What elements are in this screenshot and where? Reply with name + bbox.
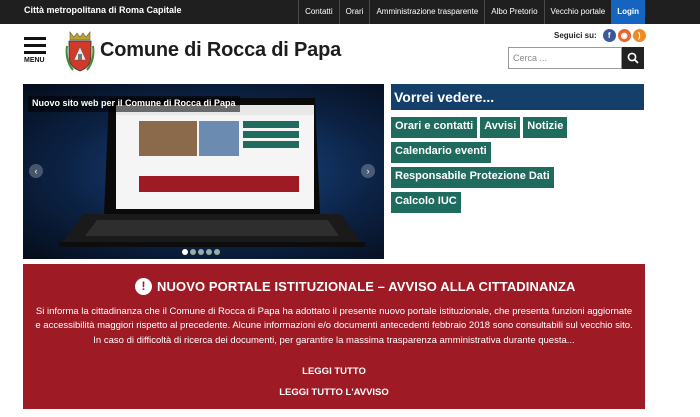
notice-heading: ! NUOVO PORTALE ISTITUZIONALE – AVVISO A… (135, 278, 576, 295)
flickr-icon[interactable]: ◉ (617, 29, 631, 42)
quicklinks-title: Vorrei vedere... (391, 84, 644, 110)
nav-orari[interactable]: Orari (338, 0, 370, 24)
slider-dot[interactable] (214, 249, 220, 255)
search-input[interactable] (508, 47, 622, 69)
coat-of-arms-icon[interactable] (64, 30, 96, 74)
slider-pagination (182, 249, 222, 255)
menu-button[interactable]: MENU (24, 37, 50, 64)
slider-next-icon[interactable]: › (361, 164, 375, 178)
link-notizie[interactable]: Notizie (523, 117, 568, 138)
slide-caption[interactable]: Nuovo sito web per il Comune di Rocca di… (28, 96, 240, 112)
read-full-notice-link[interactable]: LEGGI TUTTO L'AVVISO (23, 387, 645, 398)
link-responsabile-protezione-dati[interactable]: Responsabile Protezione Dati (391, 167, 554, 188)
site-header: MENU Comune di Rocca di Papa Seguici su:… (0, 24, 700, 82)
social-label: Seguici su: (554, 31, 597, 40)
hamburger-icon (24, 37, 46, 40)
metro-city-label: Città metropolitana di Roma Capitale (24, 5, 182, 15)
notice-body: Si informa la cittadinanza che il Comune… (35, 306, 633, 346)
exclamation-icon: ! (135, 278, 152, 295)
citizen-notice: ! NUOVO PORTALE ISTITUZIONALE – AVVISO A… (23, 264, 645, 409)
link-calendario-eventi[interactable]: Calendario eventi (391, 142, 491, 163)
slider-dot[interactable] (198, 249, 204, 255)
top-nav: Contatti Orari Amministrazione trasparen… (298, 0, 645, 24)
top-bar: Città metropolitana di Roma Capitale Con… (0, 0, 700, 24)
link-calcolo-iuc[interactable]: Calcolo IUC (391, 192, 461, 213)
nav-amministrazione-trasparente[interactable]: Amministrazione trasparente (369, 0, 484, 24)
search-box (508, 47, 644, 69)
hamburger-bar (24, 44, 46, 47)
facebook-icon[interactable]: f (602, 29, 616, 42)
link-avvisi[interactable]: Avvisi (480, 117, 521, 138)
slider-dot[interactable] (190, 249, 196, 255)
read-more-link[interactable]: LEGGI TUTTO (23, 366, 645, 377)
nav-albo-pretorio[interactable]: Albo Pretorio (484, 0, 543, 24)
menu-label: MENU (24, 57, 45, 64)
nav-contatti[interactable]: Contatti (298, 0, 339, 24)
slider-dot[interactable] (182, 249, 188, 255)
social-links: Seguici su: f ◉ ) (554, 29, 646, 42)
quicklinks: Orari e contatti Avvisi Notizie Calendar… (391, 117, 645, 217)
hamburger-bar (24, 51, 46, 54)
login-button[interactable]: Login (611, 0, 645, 24)
search-icon (627, 52, 639, 64)
notice-title: NUOVO PORTALE ISTITUZIONALE – AVVISO ALL… (157, 279, 576, 294)
site-title[interactable]: Comune di Rocca di Papa (100, 39, 341, 62)
link-orari-contatti[interactable]: Orari e contatti (391, 117, 478, 138)
rss-icon[interactable]: ) (632, 29, 646, 42)
slider-prev-icon[interactable]: ‹ (29, 164, 43, 178)
slider-dot[interactable] (206, 249, 212, 255)
search-button[interactable] (622, 47, 644, 69)
nav-vecchio-portale[interactable]: Vecchio portale (543, 0, 612, 24)
